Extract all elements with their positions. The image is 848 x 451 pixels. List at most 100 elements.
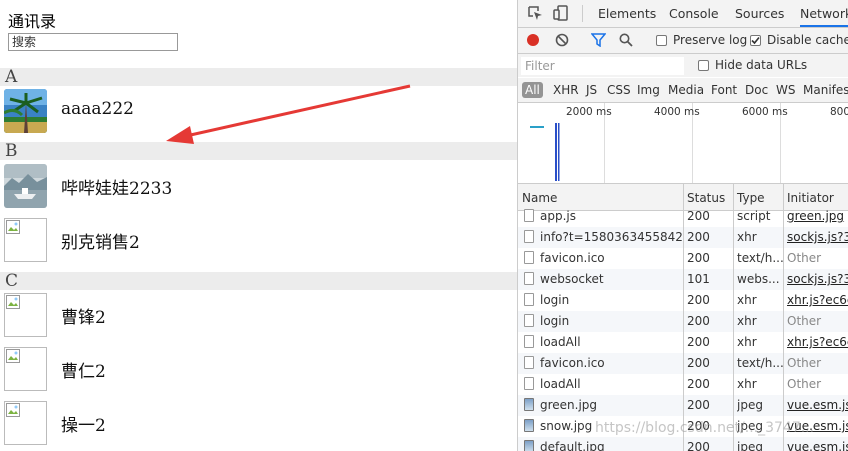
file-icon <box>524 377 534 390</box>
filter-icon[interactable] <box>591 33 606 47</box>
file-icon <box>524 335 534 348</box>
request-initiator[interactable]: xhr.js?ec6c... <box>787 335 848 349</box>
request-name: login <box>540 314 570 328</box>
request-type: xhr <box>737 293 757 307</box>
request-name: login <box>540 293 570 307</box>
request-type: script <box>737 209 771 223</box>
type-filter-js[interactable]: JS <box>586 82 597 98</box>
file-icon <box>524 314 534 327</box>
type-filter-media[interactable]: Media <box>668 82 704 98</box>
devtools-tab-bar: Elements Console Sources Network <box>518 0 848 28</box>
request-initiator[interactable]: xhr.js?ec6c... <box>787 293 848 307</box>
timeline-tick: 8000 <box>830 106 848 118</box>
column-divider <box>783 184 784 451</box>
request-initiator: Other <box>787 356 822 370</box>
disable-cache-label: Disable cache <box>767 33 848 47</box>
device-toolbar-icon[interactable] <box>553 5 569 21</box>
request-initiator: Other <box>787 251 822 265</box>
timeline-tick: 4000 ms <box>654 106 700 118</box>
file-icon <box>524 272 534 285</box>
request-initiator[interactable]: vue.esm.js?... <box>787 419 848 433</box>
request-name: green.jpg <box>540 398 598 412</box>
hide-data-urls-checkbox[interactable] <box>698 60 709 71</box>
request-type: text/h... <box>737 251 783 265</box>
request-status: 200 <box>687 251 710 265</box>
tab-network[interactable]: Network <box>800 6 848 27</box>
request-name: snow.jpg <box>540 419 593 433</box>
clear-icon[interactable] <box>555 33 569 47</box>
request-type: xhr <box>737 314 757 328</box>
request-name: favicon.ico <box>540 356 605 370</box>
inspect-element-icon[interactable] <box>527 5 543 21</box>
file-icon <box>524 209 534 222</box>
search-icon[interactable] <box>619 33 633 47</box>
toolbar-divider <box>582 5 583 22</box>
disable-cache-checkbox[interactable] <box>750 35 761 46</box>
timeline-tick: 6000 ms <box>742 106 788 118</box>
request-type: webs... <box>737 272 780 286</box>
timeline-overview[interactable]: 2000 ms 4000 ms 6000 ms 8000 <box>518 103 848 184</box>
type-filter-xhr[interactable]: XHR <box>553 82 579 98</box>
request-initiator[interactable]: vue.esm.js?... <box>787 440 848 451</box>
tab-sources[interactable]: Sources <box>735 6 784 21</box>
request-name: info?t=1580363455842 <box>540 230 683 244</box>
preserve-log-checkbox[interactable] <box>656 35 667 46</box>
resource-type-filters: All XHR JS CSS Img Media Font Doc WS Man… <box>518 78 848 103</box>
record-icon[interactable] <box>526 33 540 47</box>
type-filter-img[interactable]: Img <box>637 82 660 98</box>
type-filter-doc[interactable]: Doc <box>745 82 768 98</box>
request-type: xhr <box>737 335 757 349</box>
network-toolbar: Preserve log Disable cache <box>518 28 848 54</box>
request-initiator: Other <box>787 314 822 328</box>
file-icon <box>524 230 534 243</box>
column-type[interactable]: Type <box>737 191 765 205</box>
file-icon <box>524 356 534 369</box>
column-divider <box>733 184 734 451</box>
image-file-icon <box>524 440 534 451</box>
request-name: websocket <box>540 272 604 286</box>
request-status: 200 <box>687 398 710 412</box>
annotation-arrow-icon <box>166 84 411 144</box>
type-filter-css[interactable]: CSS <box>607 82 631 98</box>
request-type: xhr <box>737 377 757 391</box>
type-filter-all[interactable]: All <box>522 82 543 98</box>
tab-elements[interactable]: Elements <box>598 6 656 21</box>
column-status[interactable]: Status <box>687 191 725 205</box>
request-initiator: Other <box>787 377 822 391</box>
file-icon <box>524 251 534 264</box>
type-filter-manifest[interactable]: Manifest <box>803 82 848 98</box>
request-status: 200 <box>687 440 710 451</box>
request-initiator[interactable]: green.jpg <box>787 209 848 223</box>
request-type: jpeg <box>737 419 763 433</box>
request-initiator[interactable]: sockjs.js?36... <box>787 230 848 244</box>
request-status: 200 <box>687 314 710 328</box>
timeline-waterfall-marks <box>530 123 560 181</box>
type-filter-font[interactable]: Font <box>711 82 737 98</box>
request-status: 200 <box>687 356 710 370</box>
request-name: loadAll <box>540 377 581 391</box>
request-name: default.jpg <box>540 440 605 451</box>
request-status: 200 <box>687 419 710 433</box>
filter-bar: Hide data URLs <box>518 54 848 77</box>
contacts-app: 通讯录 A aaaa222 B <box>0 0 517 451</box>
column-divider <box>683 184 684 451</box>
request-status: 200 <box>687 209 710 223</box>
request-initiator[interactable]: sockjs.js?36... <box>787 272 848 286</box>
request-type: text/h... <box>737 356 783 370</box>
tab-console[interactable]: Console <box>669 6 719 21</box>
request-type: xhr <box>737 230 757 244</box>
column-initiator[interactable]: Initiator <box>787 191 834 205</box>
request-status: 200 <box>687 335 710 349</box>
column-name[interactable]: Name <box>522 191 557 205</box>
request-initiator[interactable]: vue.esm.js?... <box>787 398 848 412</box>
request-name: loadAll <box>540 335 581 349</box>
request-status: 200 <box>687 230 710 244</box>
type-filter-ws[interactable]: WS <box>776 82 795 98</box>
filter-input[interactable] <box>521 57 684 75</box>
devtools-panel: Elements Console Sources Network Preserv… <box>517 0 848 451</box>
file-icon <box>524 293 534 306</box>
hide-data-urls-label: Hide data URLs <box>715 58 808 72</box>
image-file-icon <box>524 419 534 432</box>
image-file-icon <box>524 398 534 411</box>
request-name: favicon.ico <box>540 251 605 265</box>
